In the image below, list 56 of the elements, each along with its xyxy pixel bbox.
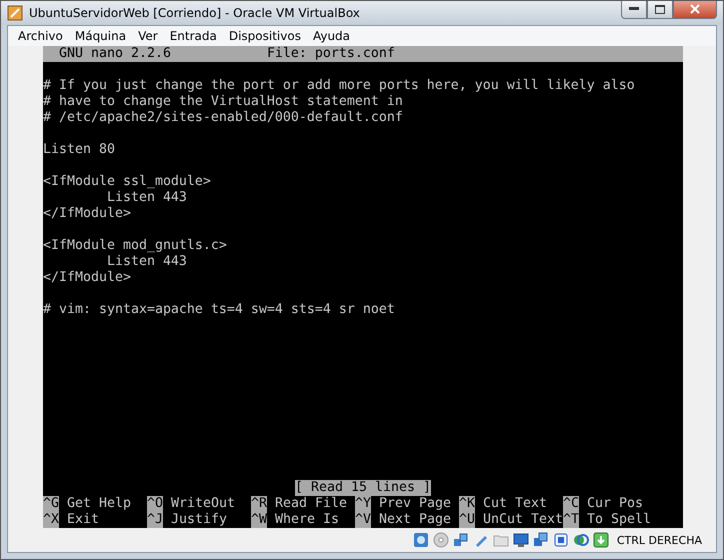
code-line: <IfModule mod_gnutls.c>	[43, 238, 227, 254]
shortcut-key: ^U	[459, 512, 475, 528]
maximize-button[interactable]	[647, 1, 673, 18]
shortcut-label: Where Is	[275, 512, 339, 528]
shortcut-key: ^X	[43, 512, 59, 528]
shortcut-key: ^G	[43, 496, 59, 512]
shortcut-label: Exit	[67, 512, 99, 528]
file-name: File: ports.conf	[266, 46, 395, 62]
menu-item[interactable]: Archivo	[12, 29, 69, 43]
code-line: # /etc/apache2/sites-enabled/000-default.conf	[43, 110, 403, 126]
status-message: [ Read 15 lines ]	[295, 480, 431, 496]
minimize-icon	[629, 7, 639, 11]
shortcut-key: ^W	[251, 512, 267, 528]
shortcut-label: Prev Page	[379, 496, 451, 512]
code-line: # If you just change the port or add more ports here, you will likely also	[43, 78, 635, 94]
host-key-label: CTRL DERECHA	[616, 534, 702, 546]
cd-icon[interactable]	[432, 532, 449, 548]
shortcut-key: ^T	[563, 512, 579, 528]
code-line: </IfModule>	[43, 206, 131, 222]
code-line: <IfModule ssl_module>	[43, 174, 211, 190]
code-line: # have to change the VirtualHost statement in	[43, 94, 403, 110]
minimize-button[interactable]	[621, 1, 647, 18]
shortcut-key: ^K	[459, 496, 475, 512]
menu-item[interactable]: Dispositivos	[222, 29, 307, 43]
menu-item[interactable]: Ver	[132, 29, 164, 43]
menu-item[interactable]: Máquina	[68, 29, 132, 43]
shortcut-key: ^V	[355, 512, 371, 528]
shortcut-key: ^R	[251, 496, 267, 512]
shortcut-label: Cut Text	[483, 496, 547, 512]
shortcut-label: Cur Pos	[587, 496, 643, 512]
maximize-icon	[655, 4, 665, 14]
shortcut-label: Get Help	[67, 496, 131, 512]
nano-version: GNU nano 2.2.6	[58, 46, 171, 62]
shortcut-label: Read File	[275, 496, 347, 512]
shortcut-label: WriteOut	[171, 496, 235, 512]
code-line: </IfModule>	[43, 270, 131, 286]
shortcut-label: UnCut Text	[483, 512, 563, 528]
app-icon	[7, 5, 23, 21]
shortcut-key: ^C	[563, 496, 579, 512]
close-button[interactable]	[673, 1, 717, 18]
window-title: UbuntuServidorWeb [Corriendo] - Oracle VM VirtualBox	[29, 6, 361, 20]
shortcut-label: Justify	[171, 512, 227, 528]
close-icon	[690, 4, 700, 14]
shortcut-key: ^Y	[355, 496, 371, 512]
monitor-icon[interactable]	[512, 532, 529, 548]
code-line: Listen 443	[106, 190, 187, 206]
shortcut-label: To Spell	[587, 512, 651, 528]
shortcut-key: ^J	[147, 512, 163, 528]
code-line: Listen 443	[106, 254, 187, 270]
shortcut-key: ^O	[147, 496, 163, 512]
shortcut-label: Next Page	[379, 512, 451, 528]
chip-icon[interactable]	[552, 532, 569, 548]
code-line: # vim: syntax=apache ts=4 sw=4 sts=4 sr noet	[43, 302, 395, 318]
menu-item[interactable]: Ayuda	[306, 29, 356, 43]
code-line: Listen 80	[43, 142, 115, 158]
menu-item[interactable]: Entrada	[164, 29, 223, 43]
